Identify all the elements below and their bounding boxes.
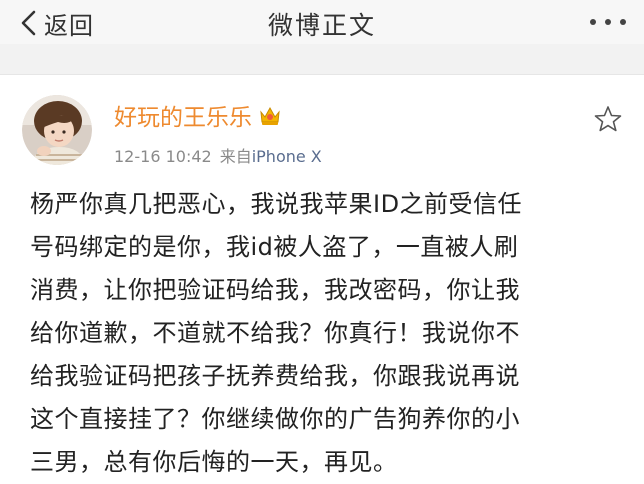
author-name: 好玩的王乐乐: [114, 105, 252, 131]
crown-badge-icon: [260, 106, 280, 125]
more-options-button[interactable]: [590, 16, 626, 28]
post-body-line: 这个直接挂了？你继续做你的广告狗养你的小: [30, 405, 520, 433]
more-dots-icon: [620, 19, 626, 25]
avatar[interactable]: [22, 95, 92, 165]
post-body-line: 号码绑定的是你，我id被人盗了，一直被人刷: [30, 233, 519, 261]
more-dots-icon: [590, 19, 596, 25]
post-body-line: 给你道歉，不道就不给我？你真行！我说你不: [30, 319, 520, 347]
post-timestamp: 12-16 10:42: [114, 147, 212, 166]
post-meta: 12-16 10:42 来自iPhone X: [114, 143, 322, 167]
section-divider: [0, 44, 644, 75]
post-body-line: 消费，让你把验证码给我，我改密码，你让我: [30, 276, 520, 304]
favorite-button[interactable]: [594, 105, 622, 133]
avatar-image: [22, 95, 92, 165]
post-body: 杨严你真几把恶心，我说我苹果ID之前受信任 号码绑定的是你，我id被人盗了，一直…: [30, 183, 620, 484]
author-name-link[interactable]: 好玩的王乐乐: [114, 98, 282, 132]
more-dots-icon: [605, 19, 611, 25]
source-prefix: 来自: [219, 147, 252, 166]
post-body-line: 三男，总有你后悔的一天，再见。: [30, 448, 398, 476]
post-body-line: 给我验证码把孩子抚养费给我，你跟我说再说: [30, 362, 520, 390]
star-outline-icon: [594, 106, 622, 132]
weibo-post: 好玩的王乐乐 12-16 10:42 来自iPhone X 杨严你真几把恶心，我说…: [0, 75, 644, 476]
post-source-link[interactable]: iPhone X: [252, 147, 322, 166]
top-nav-bar: 返回 微博正文: [0, 0, 644, 44]
post-body-line: 杨严你真几把恶心，我说我苹果ID之前受信任: [30, 190, 523, 218]
page-title: 微博正文: [267, 11, 376, 40]
